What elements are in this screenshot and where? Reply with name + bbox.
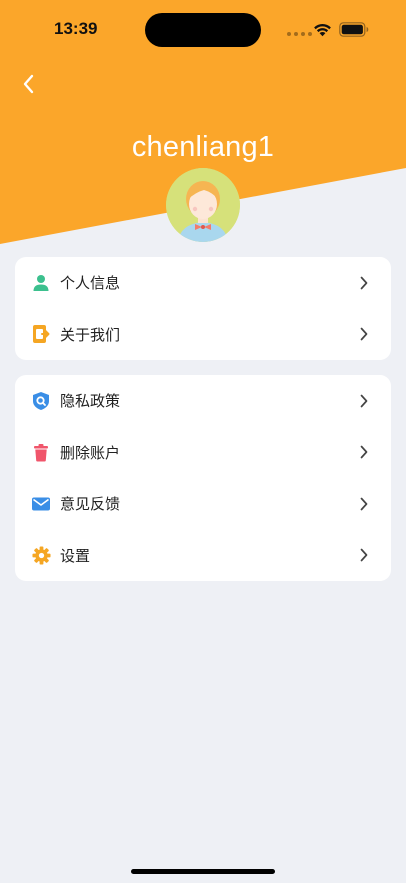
home-indicator[interactable] [131, 869, 275, 874]
menu-item-label: 删除账户 [60, 443, 121, 462]
menu-item-settings[interactable]: 设置 [15, 530, 391, 582]
menu-item-about-us[interactable]: 关于我们 [15, 309, 391, 361]
mail-icon [31, 494, 51, 514]
chevron-left-icon [23, 74, 34, 94]
avatar[interactable] [166, 168, 240, 242]
trash-icon [31, 442, 51, 462]
menu-card-account: 个人信息 关于我们 [15, 257, 391, 360]
menu-item-privacy-policy[interactable]: 隐私政策 [15, 375, 391, 427]
chevron-right-icon [359, 393, 369, 409]
chevron-right-icon [359, 275, 369, 291]
status-time: 13:39 [54, 19, 98, 38]
about-icon [31, 324, 51, 344]
menu-item-personal-info[interactable]: 个人信息 [15, 257, 391, 309]
user-icon [31, 273, 51, 293]
chevron-right-icon [359, 496, 369, 512]
chevron-right-icon [359, 444, 369, 460]
chevron-right-icon [359, 547, 369, 563]
back-button[interactable] [14, 70, 42, 98]
privacy-shield-icon [31, 391, 51, 411]
wifi-icon [314, 24, 331, 37]
username-title: chenliang1 [131, 131, 275, 163]
menu-item-label: 意见反馈 [60, 495, 121, 514]
menu-item-label: 设置 [60, 546, 91, 565]
menu-item-feedback[interactable]: 意见反馈 [15, 478, 391, 530]
status-bar: 13:39 [0, 0, 406, 60]
menu-item-label: 个人信息 [60, 274, 121, 293]
menu-item-delete-account[interactable]: 删除账户 [15, 427, 391, 479]
menu-card-settings: 隐私政策 删除账户 意见反馈 设置 [15, 375, 391, 581]
avatar-illustration [166, 168, 240, 242]
gear-icon [31, 545, 51, 565]
dynamic-island [145, 13, 261, 47]
cellular-signal-icon [287, 32, 312, 36]
menu-item-label: 关于我们 [60, 325, 121, 344]
menu-item-label: 隐私政策 [60, 392, 121, 411]
chevron-right-icon [359, 326, 369, 342]
battery-icon [339, 22, 369, 37]
